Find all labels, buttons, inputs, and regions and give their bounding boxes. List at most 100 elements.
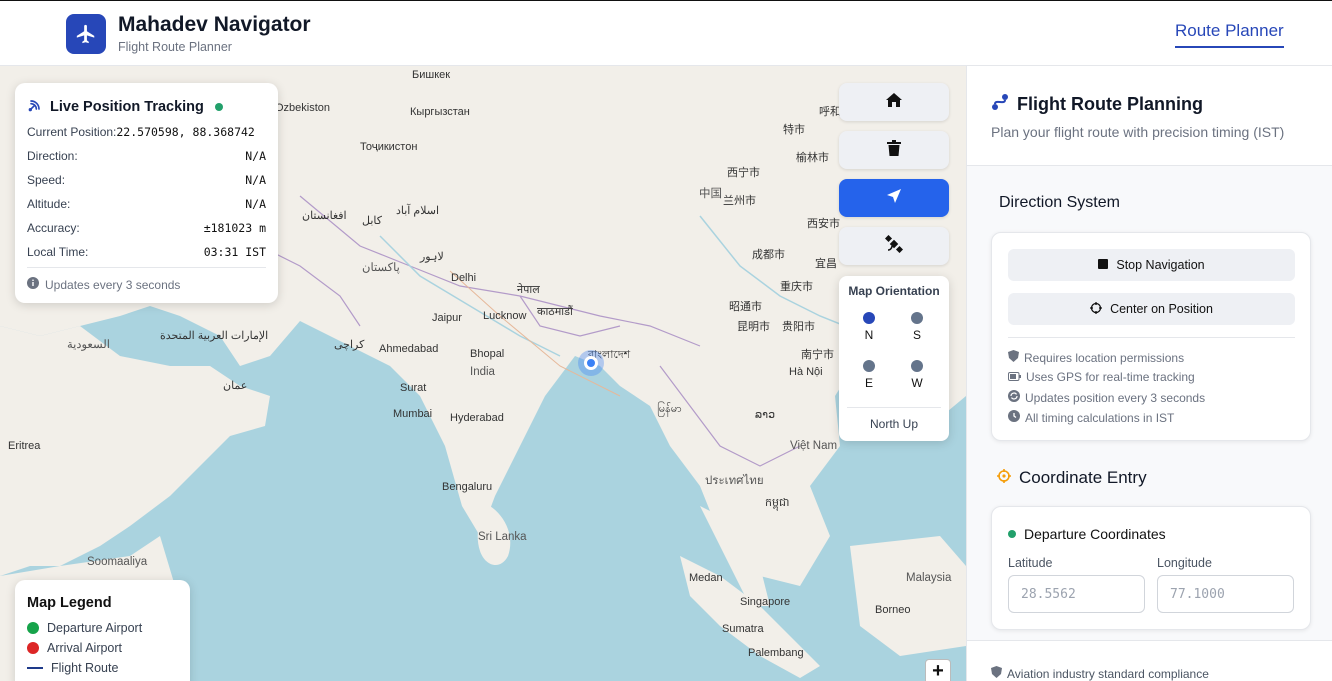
map-label: Hyderabad bbox=[450, 412, 504, 424]
orient-west-button[interactable]: W bbox=[897, 360, 937, 390]
map-label: မြန်မာ bbox=[657, 403, 682, 415]
local-time-value: 03:31 IST bbox=[203, 245, 266, 259]
compass-icon bbox=[911, 312, 923, 324]
home-button[interactable] bbox=[839, 83, 949, 121]
orientation-title: Map Orientation bbox=[848, 284, 940, 298]
departure-coordinates-title: Departure Coordinates bbox=[1008, 526, 1166, 542]
map-label: 南宁市 bbox=[801, 349, 834, 361]
direction-row: Direction: N/A bbox=[27, 149, 266, 163]
map-label: Delhi bbox=[451, 272, 477, 284]
map-label: 特市 bbox=[783, 124, 805, 136]
map-label: काठमाडौं bbox=[537, 306, 573, 318]
coordinate-entry-title: Coordinate Entry bbox=[997, 468, 1147, 488]
map-label: 兰州市 bbox=[723, 195, 756, 207]
navigation-arrow-icon bbox=[886, 188, 902, 209]
center-position-button[interactable]: Center on Position bbox=[1008, 293, 1295, 325]
satellite-dish-icon bbox=[27, 97, 43, 117]
legend-title: Map Legend bbox=[27, 595, 112, 611]
stop-navigation-button[interactable]: Stop Navigation bbox=[1008, 249, 1295, 281]
home-icon bbox=[885, 92, 903, 113]
red-dot-icon bbox=[27, 642, 39, 654]
info-icon bbox=[27, 277, 39, 292]
map-label: 成都市 bbox=[752, 249, 785, 261]
shield-icon bbox=[1008, 350, 1019, 365]
map-label: Тоҷикистон bbox=[360, 141, 418, 153]
crosshair-icon bbox=[997, 468, 1011, 488]
island-water bbox=[398, 474, 422, 518]
orient-south-button[interactable]: S bbox=[897, 312, 937, 342]
map-label: Bhopal bbox=[470, 348, 505, 360]
note-ist: All timing calculations in IST bbox=[1008, 410, 1174, 425]
divider bbox=[1008, 337, 1295, 338]
satellite-icon bbox=[884, 234, 904, 258]
map-label: ประเทศไทย bbox=[705, 475, 764, 487]
compliance-note: Aviation industry standard compliance bbox=[991, 666, 1209, 681]
map-label: नेपाल bbox=[517, 284, 540, 296]
battery-icon bbox=[1008, 370, 1021, 384]
direction-value: N/A bbox=[245, 149, 266, 163]
altitude-row: Altitude: N/A bbox=[27, 197, 266, 211]
direction-system-title: Direction System bbox=[999, 194, 1120, 211]
map-label: 贵阳市 bbox=[782, 321, 815, 333]
map-label: کابل bbox=[362, 215, 382, 227]
map-label: Ahmedabad bbox=[379, 343, 439, 355]
current-position-marker[interactable] bbox=[578, 350, 604, 376]
map-label: 重庆市 bbox=[780, 281, 813, 293]
map-label: 西安市 bbox=[807, 218, 840, 230]
accuracy-row: Accuracy: ±181023 m bbox=[27, 221, 266, 235]
app-title: Mahadev Navigator bbox=[118, 13, 311, 36]
map-label: Lucknow bbox=[483, 310, 527, 322]
tracking-footer: Updates every 3 seconds bbox=[27, 277, 180, 292]
map-label: عمان bbox=[223, 380, 248, 392]
live-status-dot bbox=[214, 103, 223, 111]
map-label: Medan bbox=[689, 572, 723, 584]
navigate-button[interactable] bbox=[839, 179, 949, 217]
nav-route-planner[interactable]: Route Planner bbox=[1175, 21, 1284, 48]
position-value: 22.570598, 88.368742 bbox=[116, 125, 255, 139]
departure-longitude-input[interactable] bbox=[1157, 575, 1294, 613]
zoom-in-button[interactable]: + bbox=[925, 659, 951, 681]
map-label: Malaysia bbox=[906, 572, 952, 584]
orient-east-button[interactable]: E bbox=[849, 360, 889, 390]
map-label: India bbox=[470, 366, 495, 378]
map-label: Бишкек bbox=[412, 69, 451, 81]
divider bbox=[27, 267, 266, 268]
departure-latitude-input[interactable] bbox=[1008, 575, 1145, 613]
route-planning-sidebar: Flight Route Planning Plan your flight r… bbox=[966, 66, 1332, 681]
green-dot-icon bbox=[1008, 530, 1016, 538]
map-label: Borneo bbox=[875, 604, 911, 616]
position-row: Current Position:22.570598, 88.368742 bbox=[27, 125, 255, 139]
map-label: اسلام آباد bbox=[396, 205, 440, 217]
live-tracking-panel: Live Position Tracking Current Position:… bbox=[15, 83, 278, 303]
speed-value: N/A bbox=[245, 173, 266, 187]
map-label: 昭通市 bbox=[729, 301, 762, 313]
sidebar-subtitle: Plan your flight route with precision ti… bbox=[991, 124, 1285, 140]
app-header: Mahadev Navigator Flight Route Planner R… bbox=[0, 0, 1332, 66]
note-updates: Updates position every 3 seconds bbox=[1008, 390, 1205, 405]
compass-icon bbox=[863, 360, 875, 372]
map-label: لاہور bbox=[420, 251, 444, 263]
map-label: កម្ពុជា bbox=[765, 497, 790, 509]
map-label: Кыргызстан bbox=[410, 106, 470, 118]
speed-row: Speed: N/A bbox=[27, 173, 266, 187]
map-label: Sumatra bbox=[722, 623, 764, 635]
latitude-label: Latitude bbox=[1008, 556, 1053, 570]
altitude-value: N/A bbox=[245, 197, 266, 211]
map-label: Surat bbox=[400, 382, 427, 394]
green-dot-icon bbox=[27, 622, 39, 634]
map-label: Hà Nội bbox=[789, 366, 823, 378]
map-label: 宜昌 bbox=[815, 258, 837, 270]
map-label: Jaipur bbox=[432, 312, 462, 324]
map-label: 昆明市 bbox=[737, 321, 770, 333]
map-label: Bengaluru bbox=[442, 481, 493, 493]
map-legend: Map Legend Departure Airport Arrival Air… bbox=[15, 580, 190, 681]
map-label: Palembang bbox=[748, 647, 804, 659]
orient-north-button[interactable]: N bbox=[849, 312, 889, 342]
route-line-icon bbox=[27, 667, 43, 669]
map-label: 西宁市 bbox=[727, 167, 760, 179]
satellite-view-button[interactable] bbox=[839, 227, 949, 265]
sync-icon bbox=[1008, 390, 1020, 405]
clear-route-button[interactable] bbox=[839, 131, 949, 169]
map-view[interactable]: Бишкек Кыргызстан Ozbekiston Тоҷикистон … bbox=[0, 66, 966, 681]
app-subtitle: Flight Route Planner bbox=[118, 40, 232, 54]
